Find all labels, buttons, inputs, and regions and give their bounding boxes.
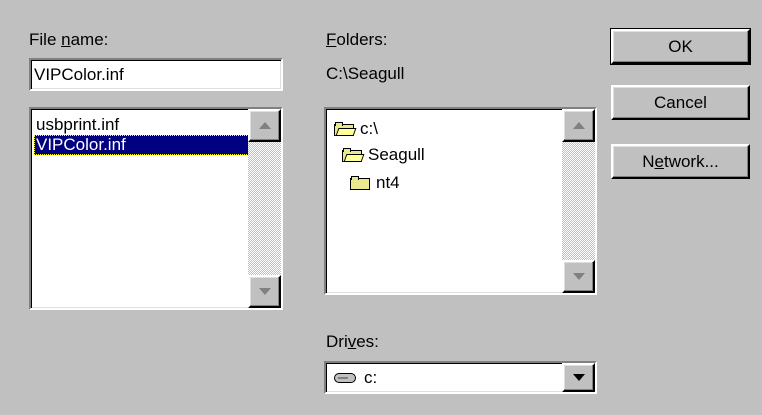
file-name-label-prefix: File [29, 30, 62, 49]
chevron-down-icon [572, 374, 585, 381]
folder-tree[interactable]: c:\ Seagull nt4 [324, 107, 597, 295]
file-list-scroll-up-button[interactable] [248, 109, 281, 142]
drives-label-suffix: es: [356, 332, 379, 351]
hard-drive-icon [334, 372, 356, 383]
open-folder-icon [334, 122, 357, 136]
folder-tree-scrollbar[interactable] [562, 109, 595, 293]
network-button-mnemonic: e [654, 151, 664, 171]
file-list-item-selected[interactable]: VIPColor.inf [34, 135, 249, 155]
folder-tree-item-label: nt4 [376, 173, 400, 192]
scroll-down-arrow-icon [572, 273, 585, 280]
network-button-suffix: twork... [663, 151, 719, 171]
current-folder-path: C:\Seagull [326, 64, 405, 83]
file-list-item[interactable]: usbprint.inf [34, 115, 121, 135]
drives-dropdown[interactable]: c: [324, 361, 597, 394]
file-list-scroll-down-button[interactable] [248, 275, 281, 308]
drives-label-mnemonic: v [347, 332, 357, 351]
scroll-up-arrow-icon [258, 122, 271, 129]
file-name-label: File name: [29, 30, 108, 50]
ok-button[interactable]: OK [610, 28, 751, 65]
folder-tree-scroll-up-button[interactable] [562, 109, 595, 142]
folders-label: Folders: [326, 30, 387, 50]
file-name-input[interactable]: VIPColor.inf [29, 58, 283, 91]
folders-label-mnemonic: F [326, 30, 337, 49]
file-list-scrollbar[interactable] [248, 109, 281, 308]
scroll-up-arrow-icon [572, 122, 585, 129]
folder-tree-item[interactable]: Seagull [342, 143, 425, 167]
file-list[interactable]: usbprint.inf VIPColor.inf [29, 107, 283, 310]
drives-selected-value: c: [364, 367, 378, 387]
folder-tree-scroll-down-button[interactable] [562, 260, 595, 293]
folders-label-suffix: olders: [336, 30, 388, 49]
folder-tree-item[interactable]: c:\ [334, 117, 378, 141]
drives-label: Drives: [326, 332, 379, 352]
drives-dropdown-button[interactable] [562, 363, 595, 392]
scroll-down-arrow-icon [258, 288, 271, 295]
folder-tree-item-label: Seagull [368, 145, 425, 164]
file-name-label-mnemonic: n [61, 30, 71, 49]
network-button-prefix: N [642, 151, 655, 171]
cancel-button[interactable]: Cancel [611, 85, 750, 120]
drives-label-prefix: Dri [326, 332, 348, 351]
folder-tree-item-label: c:\ [360, 119, 378, 138]
folder-icon [350, 176, 370, 190]
file-name-input-value: VIPColor.inf [34, 65, 124, 84]
drives-selected: c: [334, 363, 377, 392]
file-name-label-suffix: ame: [70, 30, 109, 49]
folder-tree-item[interactable]: nt4 [350, 171, 400, 195]
network-button[interactable]: Ne twork... [611, 144, 750, 179]
open-folder-icon [342, 148, 365, 162]
